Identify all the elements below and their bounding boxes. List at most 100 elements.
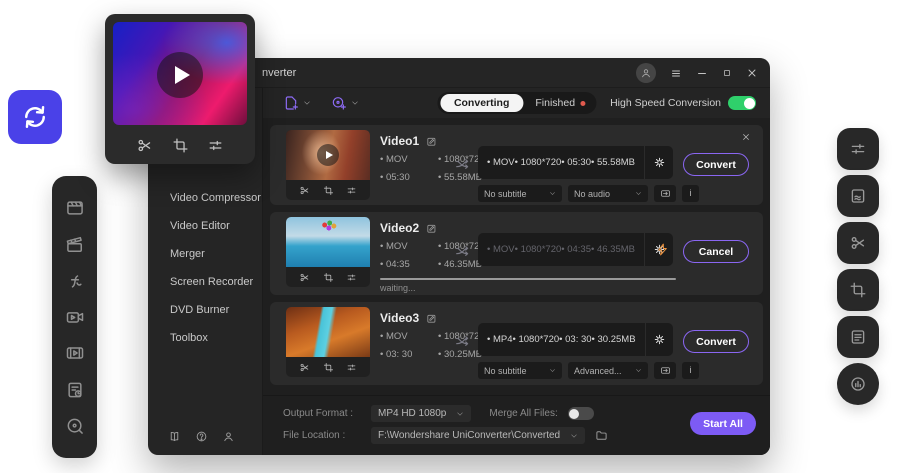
video-thumbnail[interactable]	[286, 217, 370, 287]
play-button[interactable]	[157, 52, 203, 98]
gear-icon[interactable]	[646, 333, 673, 346]
tab-converting[interactable]: Converting	[440, 94, 523, 112]
sidebar-item-video-editor[interactable]: Video Editor	[148, 212, 262, 240]
adjust-icon[interactable]	[207, 137, 224, 154]
folder-icon[interactable]	[595, 429, 608, 442]
sidebar-item-merger[interactable]: Merger	[148, 240, 262, 268]
maximize-icon[interactable]	[722, 68, 732, 78]
scissors-icon[interactable]	[136, 137, 153, 154]
disc-search-icon[interactable]	[65, 416, 85, 436]
scissors-icon	[849, 234, 867, 252]
tool-button-subtitle[interactable]	[837, 316, 879, 358]
video-thumbnail[interactable]	[286, 130, 370, 200]
minimize-icon[interactable]	[696, 67, 708, 79]
add-files-button[interactable]	[283, 95, 311, 111]
row-options: No subtitle Advanced... i	[478, 362, 699, 379]
audio-select[interactable]: Advanced...	[568, 362, 648, 379]
edit-icon[interactable]	[426, 313, 437, 324]
clapperboard-open-icon[interactable]	[65, 235, 85, 255]
sidebar-item-dvd-burner[interactable]: DVD Burner	[148, 296, 262, 324]
preview-thumbnail[interactable]	[113, 22, 247, 125]
edit-icon[interactable]	[426, 223, 437, 234]
effects-icon[interactable]	[65, 271, 85, 291]
merge-toggle[interactable]	[568, 407, 594, 420]
convert-arrow-icon	[454, 243, 470, 259]
output-settings-box[interactable]: • MOV• 1080*720 • 05:30• 55.58MB	[478, 146, 673, 179]
sidebar-item-video-compressor[interactable]: Video Compressor	[148, 184, 262, 212]
video-title: Video1	[380, 134, 419, 148]
output-metadata: • MOV• 1080*720 • 05:30• 55.58MB	[478, 157, 644, 168]
adjust-icon[interactable]	[346, 362, 357, 373]
camera-record-icon[interactable]	[65, 307, 85, 327]
menu-icon[interactable]	[670, 67, 682, 79]
apply-to-all-icon[interactable]	[654, 185, 676, 202]
output-format-label: Output Format :	[283, 408, 361, 419]
subtitle-select[interactable]: No subtitle	[478, 362, 562, 379]
filmstrip-play-icon[interactable]	[65, 343, 85, 363]
output-metadata: • MP4• 1080*720 • 03: 30• 30.25MB	[478, 334, 645, 345]
adjust-icon[interactable]	[346, 272, 357, 283]
clapperboard-icon[interactable]	[65, 198, 85, 218]
output-settings-box[interactable]: • MP4• 1080*720 • 03: 30• 30.25MB	[478, 323, 673, 356]
play-button[interactable]	[317, 144, 339, 166]
crop-icon[interactable]	[172, 137, 189, 154]
tool-button-watermark[interactable]	[837, 175, 879, 217]
stats-icon	[849, 375, 867, 393]
sidebar-footer	[168, 430, 235, 443]
chevron-down-icon	[456, 410, 464, 418]
guide-book-icon[interactable]	[168, 430, 181, 443]
scissors-icon[interactable]	[299, 272, 310, 283]
window-title: nverter	[262, 67, 296, 79]
audio-select[interactable]: No audio	[568, 185, 648, 202]
adjust-icon[interactable]	[346, 185, 357, 196]
subtitle-select[interactable]: No subtitle	[478, 185, 562, 202]
content-area: Converting Finished High Speed Conversio…	[262, 88, 770, 455]
video-thumbnail[interactable]	[286, 307, 370, 377]
file-clock-icon[interactable]	[65, 380, 85, 400]
sidebar-item-screen-recorder[interactable]: Screen Recorder	[148, 268, 262, 296]
output-settings-box[interactable]: • MOV• 1080*720 • 04:35• 46.35MB	[478, 233, 673, 266]
help-icon[interactable]	[195, 430, 208, 443]
tool-button-adjust[interactable]	[837, 128, 879, 170]
info-icon[interactable]: i	[682, 185, 699, 202]
apply-to-all-icon[interactable]	[654, 362, 676, 379]
floating-preview-card	[105, 14, 255, 164]
progress-bar	[380, 278, 676, 280]
crop-icon[interactable]	[323, 185, 334, 196]
high-speed-toggle[interactable]	[728, 96, 756, 110]
convert-button[interactable]: Convert	[683, 330, 749, 353]
crop-icon[interactable]	[323, 362, 334, 373]
start-all-button[interactable]: Start All	[690, 412, 756, 435]
convert-button[interactable]: Convert	[683, 153, 749, 176]
output-format-select[interactable]: MP4 HD 1080p	[371, 405, 471, 422]
video-title: Video2	[380, 221, 419, 235]
scissors-icon[interactable]	[299, 362, 310, 373]
cancel-button[interactable]: Cancel	[683, 240, 749, 263]
tab-finished[interactable]: Finished	[523, 97, 593, 109]
account-avatar[interactable]	[636, 63, 656, 83]
edit-icon[interactable]	[426, 136, 437, 147]
status-text: waiting...	[380, 283, 416, 293]
account-icon[interactable]	[222, 430, 235, 443]
adjust-icon	[849, 140, 867, 158]
uniconverter-app-icon[interactable]	[8, 90, 62, 144]
row-close-icon[interactable]	[741, 132, 751, 142]
crop-icon[interactable]	[323, 272, 334, 283]
thumbnail-actions	[286, 357, 370, 377]
chevron-down-icon	[570, 432, 578, 440]
info-icon[interactable]: i	[682, 362, 699, 379]
conversion-list: Video1 • MOV• 1080*720 • 05:30• 55.58MB …	[263, 118, 770, 385]
tool-button-crop[interactable]	[837, 269, 879, 311]
tool-button-stats[interactable]	[837, 363, 879, 405]
sync-icon	[21, 103, 49, 131]
sidebar-item-toolbox[interactable]: Toolbox	[148, 324, 262, 352]
add-dvd-button[interactable]	[331, 95, 359, 111]
video-title: Video3	[380, 311, 419, 325]
close-icon[interactable]	[746, 67, 758, 79]
chevron-down-icon	[549, 367, 556, 374]
gear-icon[interactable]	[645, 156, 673, 169]
file-location-select[interactable]: F:\Wondershare UniConverter\Converted	[371, 427, 585, 444]
scissors-icon[interactable]	[299, 185, 310, 196]
tool-button-trim[interactable]	[837, 222, 879, 264]
footer-bar: Output Format : MP4 HD 1080p Merge All F…	[263, 395, 770, 455]
